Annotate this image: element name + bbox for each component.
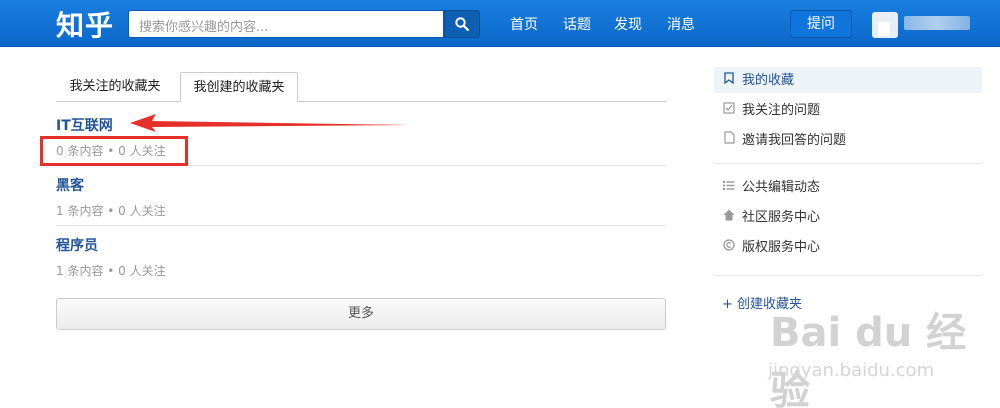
checkbox-icon	[722, 97, 736, 123]
collection-meta: 1 条内容 • 0 人关注	[56, 264, 166, 278]
nav-messages[interactable]: 消息	[667, 14, 695, 34]
more-button[interactable]: 更多	[56, 298, 666, 330]
logo[interactable]: 知乎	[56, 4, 114, 44]
home-icon	[722, 204, 736, 230]
sidebar-item-label: 邀请我回答的问题	[742, 133, 847, 148]
sidebar-item-label: 社区服务中心	[742, 210, 821, 225]
divider	[56, 225, 666, 226]
nav-home[interactable]: 首页	[510, 14, 538, 34]
sidebar-divider	[714, 163, 982, 164]
collection-title[interactable]: 黑客	[56, 175, 84, 195]
document-icon	[722, 127, 736, 153]
bookmark-icon	[722, 67, 736, 93]
search-icon	[455, 17, 469, 31]
collection-meta: 1 条内容 • 0 人关注	[56, 204, 166, 218]
annotation-arrow-icon	[130, 114, 410, 132]
sidebar-divider	[714, 275, 982, 276]
tab-created-collections[interactable]: 我创建的收藏夹	[180, 72, 298, 102]
sidebar-item-copyright-center[interactable]: 版权服务中心	[714, 234, 982, 260]
sidebar-item-label: 我的收藏	[742, 73, 795, 88]
sidebar-item-community-center[interactable]: 社区服务中心	[714, 204, 982, 230]
baidu-jingyan-watermark: Bai du 经验	[770, 310, 967, 408]
sidebar-item-followed-questions[interactable]: 我关注的问题	[714, 97, 982, 123]
collection-title[interactable]: 程序员	[56, 235, 98, 255]
copyright-icon	[722, 234, 736, 260]
sidebar-item-public-edits[interactable]: 公共编辑动态	[714, 174, 982, 200]
sidebar-item-invited-questions[interactable]: 邀请我回答的问题	[714, 127, 982, 153]
username-blurred[interactable]	[904, 16, 970, 30]
avatar[interactable]	[872, 12, 898, 38]
list-icon	[722, 174, 736, 200]
annotation-highlight-box	[40, 136, 188, 166]
collection-title[interactable]: IT互联网	[56, 115, 113, 135]
watermark-url: jingyan.baidu.com	[768, 360, 935, 381]
sidebar-item-label: 我关注的问题	[742, 103, 821, 118]
ask-button[interactable]: 提问	[790, 10, 852, 38]
sidebar-item-my-collections[interactable]: 我的收藏	[714, 67, 982, 93]
top-navbar: 知乎 搜索你感兴趣的内容... 首页 话题 发现 消息 提问	[0, 0, 1000, 47]
search-button[interactable]	[444, 10, 480, 38]
nav-topics[interactable]: 话题	[563, 14, 591, 34]
sidebar-item-label: 公共编辑动态	[742, 180, 821, 195]
nav-discover[interactable]: 发现	[614, 14, 642, 34]
tab-followed-collections[interactable]: 我关注的收藏夹	[58, 72, 172, 102]
sidebar-item-label: 版权服务中心	[742, 240, 821, 255]
search-input[interactable]: 搜索你感兴趣的内容...	[128, 10, 444, 38]
